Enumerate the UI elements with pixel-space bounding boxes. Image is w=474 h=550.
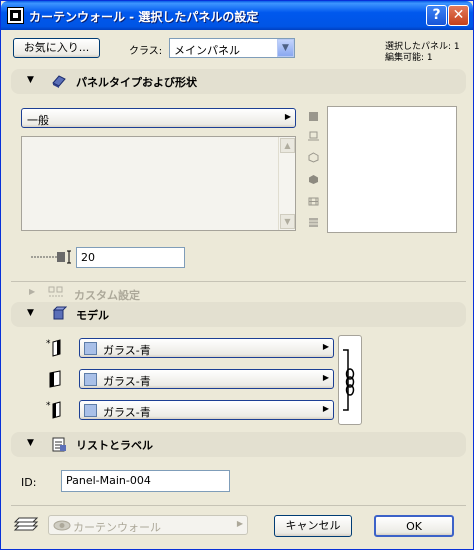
list-label-section-header[interactable]: ▼ リストとラベル xyxy=(11,432,466,457)
collapse-arrow-icon: ▼ xyxy=(27,438,34,448)
custom-section-header: ▶ カスタム設定 xyxy=(11,284,466,302)
model-section-title: モデル xyxy=(76,309,109,322)
material-menu-edge[interactable]: ガラス-青 ▶ xyxy=(79,369,334,389)
layer-value: カーテンウォール xyxy=(73,521,161,534)
collapse-arrow-icon: ▼ xyxy=(27,308,34,318)
menu-arrow-icon: ▶ xyxy=(236,519,243,528)
favorites-button[interactable]: お気に入り... xyxy=(13,38,100,58)
menu-arrow-icon: ▶ xyxy=(322,404,329,413)
layer-icon xyxy=(13,517,39,531)
custom-section-title: カスタム設定 xyxy=(74,289,140,302)
model-icon xyxy=(52,306,67,320)
list-label-section-title: リストとラベル xyxy=(76,439,153,452)
material-menu-interior[interactable]: ガラス-青 ▶ xyxy=(79,400,334,420)
plan-view-icon[interactable] xyxy=(308,131,319,142)
chain-link-icon xyxy=(343,349,355,411)
material-swatch xyxy=(84,342,97,355)
help-button[interactable]: ? xyxy=(426,5,447,26)
cancel-label: キャンセル xyxy=(285,519,341,532)
panel-type-section-header[interactable]: ▼ パネルタイプおよび形状 xyxy=(11,69,466,94)
material-name-exterior: ガラス-青 xyxy=(103,344,151,357)
chevron-down-icon: ▼ xyxy=(277,39,294,57)
thickness-field[interactable]: 20 xyxy=(76,247,185,268)
divider xyxy=(11,505,466,506)
title-bar[interactable]: カーテンウォール - 選択したパネルの設定 ? ✕ xyxy=(1,1,473,30)
divider xyxy=(11,281,466,282)
panel-type-icon xyxy=(52,75,66,88)
wireframe-view-icon[interactable] xyxy=(308,152,319,163)
material-swatch xyxy=(84,404,97,417)
class-value: メインパネル xyxy=(174,44,240,57)
class-select[interactable]: メインパネル ▼ xyxy=(169,38,295,58)
frame-view-icon[interactable] xyxy=(308,196,319,207)
scroll-up-icon[interactable]: ▲ xyxy=(280,138,295,153)
layer-select: カーテンウォール ▶ xyxy=(48,515,248,535)
model-section-header[interactable]: ▼ モデル xyxy=(11,302,466,327)
panel-type-menu[interactable]: 一般 ▶ xyxy=(21,108,296,128)
custom-settings-icon xyxy=(48,286,63,297)
list-scrollbar[interactable]: ▲ ▼ xyxy=(278,137,295,230)
shaded-view-icon[interactable] xyxy=(308,174,319,185)
material-name-edge: ガラス-青 xyxy=(103,375,151,388)
expand-arrow-icon: ▶ xyxy=(29,287,36,296)
settings-dialog: カーテンウォール - 選択したパネルの設定 ? ✕ お気に入り... クラス: … xyxy=(0,0,474,550)
section-view-icon[interactable] xyxy=(308,217,319,228)
menu-arrow-icon: ▶ xyxy=(322,342,329,351)
exterior-surface-icon: * xyxy=(46,339,61,357)
material-name-interior: ガラス-青 xyxy=(103,406,151,419)
edge-surface-icon xyxy=(49,370,61,388)
window-title: カーテンウォール - 選択したパネルの設定 xyxy=(29,10,259,24)
scroll-down-icon[interactable]: ▼ xyxy=(280,214,295,229)
panel-thickness-icon xyxy=(31,250,71,264)
editable-count: 編集可能: 1 xyxy=(385,53,433,63)
id-value: Panel-Main-004 xyxy=(66,474,151,487)
ok-label: OK xyxy=(406,520,422,533)
panel-preview xyxy=(327,106,457,233)
thickness-value: 20 xyxy=(81,251,95,264)
menu-arrow-icon: ▶ xyxy=(284,112,291,121)
svg-text:*: * xyxy=(46,401,51,411)
material-menu-exterior[interactable]: ガラス-青 ▶ xyxy=(79,338,334,358)
menu-arrow-icon: ▶ xyxy=(322,373,329,382)
panel-type-section-title: パネルタイプおよび形状 xyxy=(76,76,197,89)
interior-surface-icon: * xyxy=(46,401,61,419)
app-icon xyxy=(7,7,24,24)
class-label: クラス: xyxy=(129,46,163,57)
svg-text:*: * xyxy=(46,339,51,349)
id-label: ID: xyxy=(21,476,37,489)
eye-icon xyxy=(53,520,71,531)
solid-view-icon[interactable] xyxy=(308,111,319,122)
id-field[interactable]: Panel-Main-004 xyxy=(61,470,230,492)
collapse-arrow-icon: ▼ xyxy=(27,75,34,85)
panel-type-list[interactable]: ▲ ▼ xyxy=(21,136,296,231)
panel-type-value: 一般 xyxy=(27,114,49,127)
cancel-button[interactable]: キャンセル xyxy=(274,515,352,537)
favorites-label: お気に入り... xyxy=(23,41,90,54)
ok-button[interactable]: OK xyxy=(374,515,454,537)
link-materials-toggle[interactable] xyxy=(338,335,362,425)
list-label-icon xyxy=(52,437,66,452)
close-button[interactable]: ✕ xyxy=(448,5,469,26)
material-swatch xyxy=(84,373,97,386)
